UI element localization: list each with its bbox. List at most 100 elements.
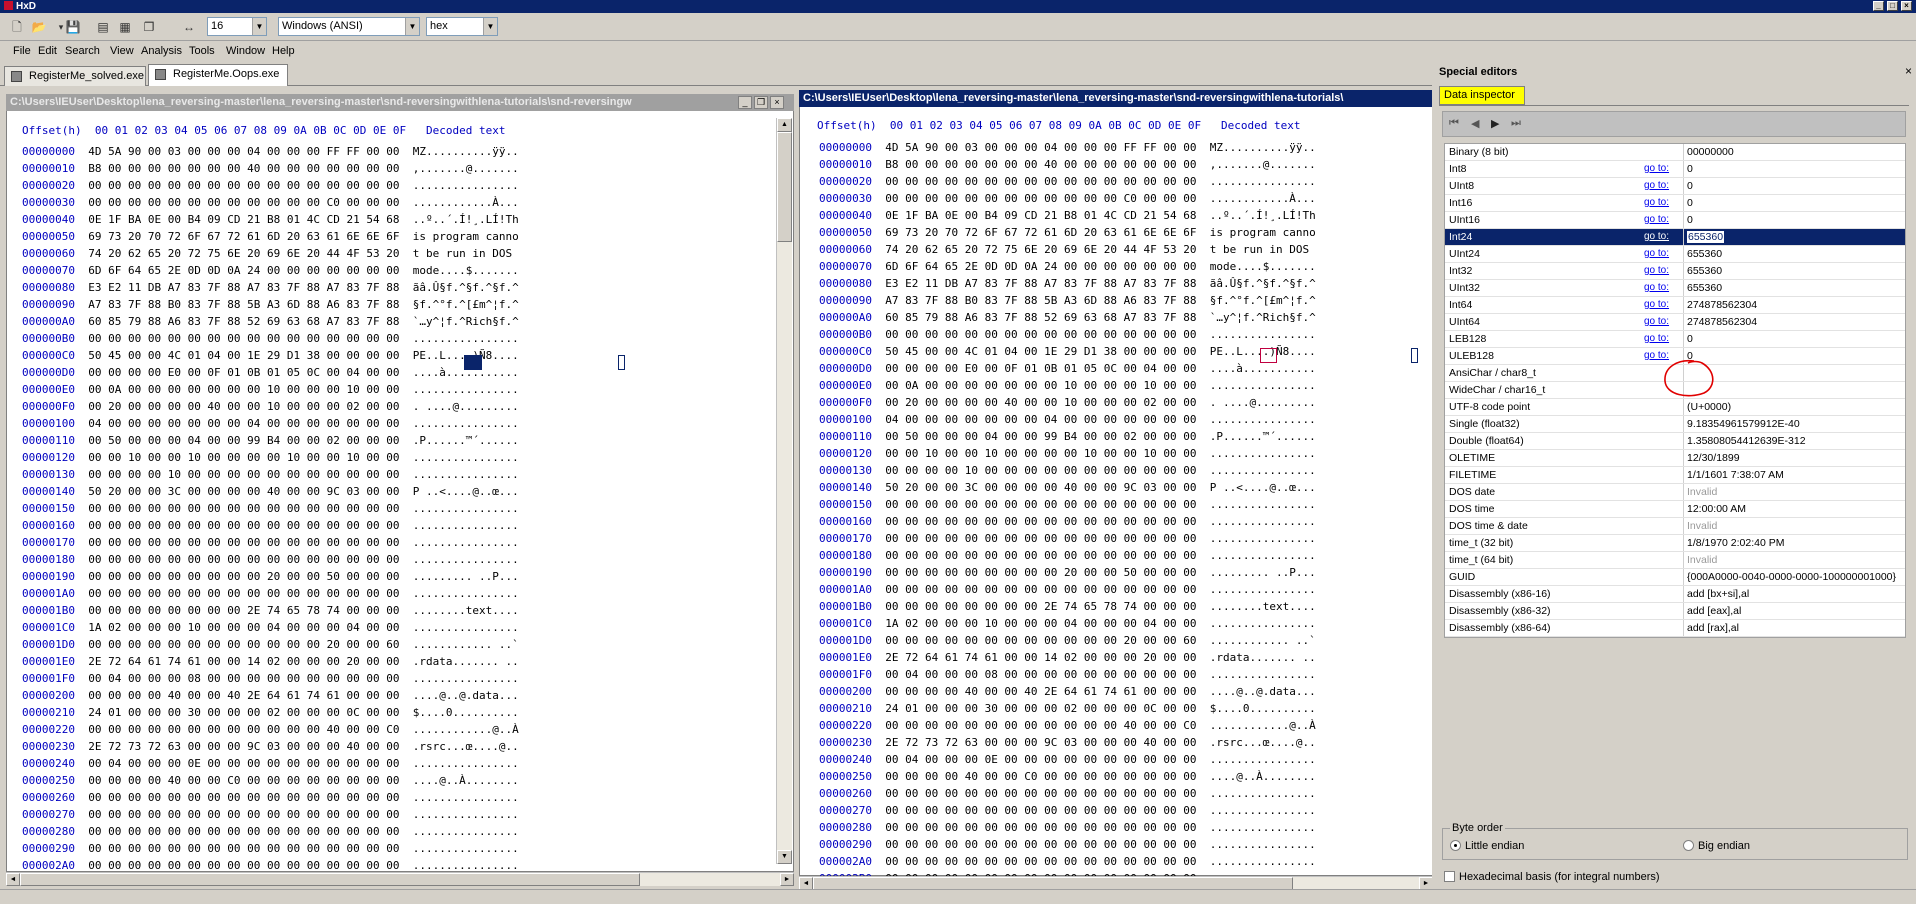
hex-row[interactable]: 00000030 00 00 00 00 00 00 00 00 00 00 0… (22, 194, 519, 211)
menu-analysis[interactable]: Analysis (141, 45, 182, 57)
row-decoded-text[interactable]: ................ (1210, 379, 1316, 392)
row-decoded-text[interactable]: ..º..´.Í!¸.LÍ!Th (413, 213, 519, 226)
hex-row[interactable]: 00000000 4D 5A 90 00 03 00 00 00 04 00 0… (819, 139, 1316, 156)
hex-row[interactable]: 00000100 04 00 00 00 00 00 00 00 04 00 0… (22, 415, 519, 432)
row-bytes[interactable]: 00 00 00 00 00 00 00 00 00 00 00 00 00 0… (872, 804, 1210, 817)
row-decoded-text[interactable]: ................ (413, 332, 519, 345)
previous-icon[interactable]: ◀ (1471, 117, 1479, 130)
inspector-row[interactable]: Single (float32) 9.18354961579912E-40 (1445, 416, 1905, 433)
hex-row[interactable]: 00000070 6D 6F 64 65 2E 0D 0D 0A 24 00 0… (22, 262, 519, 279)
row-bytes[interactable]: 50 20 00 00 3C 00 00 00 00 40 00 00 9C 0… (75, 485, 413, 498)
hex-row[interactable]: 000000A0 60 85 79 88 A6 83 7F 88 52 69 6… (22, 313, 519, 330)
inspector-row[interactable]: UInt24 go to: 655360 (1445, 246, 1905, 263)
row-bytes[interactable]: 00 00 00 00 00 00 00 00 00 00 00 00 20 0… (872, 634, 1210, 647)
hex-row[interactable]: 00000010 B8 00 00 00 00 00 00 00 40 00 0… (819, 156, 1316, 173)
row-decoded-text[interactable]: ................ (413, 519, 519, 532)
hex-row[interactable]: 00000150 00 00 00 00 00 00 00 00 00 00 0… (819, 496, 1316, 513)
row-decoded-text[interactable]: t be run in DOS (1210, 243, 1316, 256)
row-bytes[interactable]: 00 00 00 00 00 00 00 00 00 00 00 00 00 0… (872, 328, 1210, 341)
menu-search[interactable]: Search (65, 45, 100, 57)
row-bytes[interactable]: 00 00 00 00 00 00 00 00 2E 74 65 78 74 0… (872, 600, 1210, 613)
inspector-row[interactable]: DOS date Invalid (1445, 484, 1905, 501)
hex-row[interactable]: 00000120 00 00 10 00 00 10 00 00 00 00 1… (22, 449, 519, 466)
hex-row[interactable]: 00000010 B8 00 00 00 00 00 00 00 40 00 0… (22, 160, 519, 177)
row-bytes[interactable]: 1A 02 00 00 00 10 00 00 00 04 00 00 00 0… (75, 621, 413, 634)
row-decoded-text[interactable]: P ..<....@..œ... (413, 485, 519, 498)
row-decoded-text[interactable]: ................ (1210, 838, 1316, 851)
inspector-row[interactable]: UInt64 go to: 274878562304 (1445, 314, 1905, 331)
first-icon[interactable]: ⏮ (1449, 117, 1459, 130)
hex-row[interactable]: 000000C0 50 45 00 00 4C 01 04 00 1E 29 D… (819, 343, 1316, 360)
row-decoded-text[interactable]: ................ (413, 417, 519, 430)
row-bytes[interactable]: 00 00 00 00 00 00 00 00 00 00 00 00 00 0… (872, 583, 1210, 596)
hex-row[interactable]: 00000180 00 00 00 00 00 00 00 00 00 00 0… (819, 547, 1316, 564)
row-bytes[interactable]: 00 00 00 00 00 00 00 00 00 00 00 00 00 0… (75, 553, 413, 566)
hex-row[interactable]: 00000040 0E 1F BA 0E 00 B4 09 CD 21 B8 0… (819, 207, 1316, 224)
hex-row[interactable]: 000000B0 00 00 00 00 00 00 00 00 00 00 0… (22, 330, 519, 347)
row-decoded-text[interactable]: `…y^¦f.^Rich§f.^ (413, 315, 519, 328)
row-decoded-text[interactable]: ................ (413, 842, 519, 855)
row-decoded-text[interactable]: .rsrc...œ....@.. (413, 740, 519, 753)
row-decoded-text[interactable]: .rsrc...œ....@.. (1210, 736, 1316, 749)
inspector-value[interactable]: {000A0000-0040-0000-0000-100000001000} (1683, 569, 1907, 585)
row-bytes[interactable]: 2E 72 64 61 74 61 00 00 14 02 00 00 00 2… (75, 655, 413, 668)
row-bytes[interactable]: 50 45 00 00 4C 01 04 00 1E 29 D1 38 00 0… (872, 345, 1210, 358)
hex-row[interactable]: 000000F0 00 20 00 00 00 00 40 00 00 10 0… (819, 394, 1316, 411)
row-bytes[interactable]: 00 00 00 00 10 00 00 00 00 00 00 00 00 0… (872, 464, 1210, 477)
hex-row[interactable]: 000001A0 00 00 00 00 00 00 00 00 00 00 0… (819, 581, 1316, 598)
row-decoded-text[interactable]: MZ..........ÿÿ.. (1210, 141, 1316, 154)
inspector-row[interactable]: Int64 go to: 274878562304 (1445, 297, 1905, 314)
row-decoded-text[interactable]: ................ (413, 791, 519, 804)
hex-row[interactable]: 00000140 50 20 00 00 3C 00 00 00 00 40 0… (819, 479, 1316, 496)
row-decoded-text[interactable]: ................ (1210, 821, 1316, 834)
inspector-row[interactable]: time_t (64 bit) Invalid (1445, 552, 1905, 569)
hex-row[interactable]: 00000250 00 00 00 00 40 00 00 C0 00 00 0… (22, 772, 519, 789)
hex-row[interactable]: 00000230 2E 72 73 72 63 00 00 00 9C 03 0… (819, 734, 1316, 751)
hex-row[interactable]: 000001E0 2E 72 64 61 74 61 00 00 14 02 0… (22, 653, 519, 670)
row-bytes[interactable]: 00 00 00 00 00 00 00 00 00 00 00 00 20 0… (75, 638, 413, 651)
hex-row[interactable]: 00000020 00 00 00 00 00 00 00 00 00 00 0… (22, 177, 519, 194)
inspector-value[interactable]: 9.18354961579912E-40 (1683, 416, 1907, 432)
row-bytes[interactable]: 00 00 00 00 00 00 00 00 00 00 00 00 00 0… (75, 179, 413, 192)
row-decoded-text[interactable]: ................ (413, 536, 519, 549)
row-decoded-text[interactable]: ................ (413, 621, 519, 634)
row-bytes[interactable]: 00 00 00 00 00 00 00 00 00 20 00 00 50 0… (872, 566, 1210, 579)
inspector-value[interactable]: add [rax],al (1683, 620, 1907, 636)
left-vertical-scrollbar[interactable]: ▲ ▼ (776, 118, 792, 864)
row-decoded-text[interactable]: . ....@......... (1210, 396, 1316, 409)
hex-row[interactable]: 00000100 04 00 00 00 00 00 00 00 04 00 0… (819, 411, 1316, 428)
row-bytes[interactable]: 00 00 00 00 40 00 00 C0 00 00 00 00 00 0… (872, 770, 1210, 783)
row-decoded-text[interactable]: ................ (413, 468, 519, 481)
hex-row[interactable]: 00000190 00 00 00 00 00 00 00 00 00 20 0… (819, 564, 1316, 581)
row-bytes[interactable]: 0E 1F BA 0E 00 B4 09 CD 21 B8 01 4C CD 2… (872, 209, 1210, 222)
row-bytes[interactable]: 00 00 00 00 00 00 00 00 00 00 00 00 00 0… (872, 821, 1210, 834)
hex-row[interactable]: 00000140 50 20 00 00 3C 00 00 00 00 40 0… (22, 483, 519, 500)
row-decoded-text[interactable]: ................ (413, 383, 519, 396)
row-decoded-text[interactable]: MZ..........ÿÿ.. (413, 145, 519, 158)
row-decoded-text[interactable]: ................ (1210, 532, 1316, 545)
row-decoded-text[interactable]: ................ (413, 502, 519, 515)
hex-row[interactable]: 00000070 6D 6F 64 65 2E 0D 0D 0A 24 00 0… (819, 258, 1316, 275)
row-bytes[interactable]: 00 00 00 00 00 00 00 00 00 00 00 00 00 0… (75, 808, 413, 821)
row-decoded-text[interactable]: ................ (413, 179, 519, 192)
goto-link[interactable]: go to: (1644, 314, 1669, 330)
row-decoded-text[interactable]: ................ (1210, 447, 1316, 460)
row-decoded-text[interactable]: ................ (413, 859, 519, 872)
row-bytes[interactable]: 00 00 00 00 40 00 00 40 2E 64 61 74 61 0… (75, 689, 413, 702)
scroll-up-icon[interactable]: ▲ (777, 118, 792, 132)
hex-row[interactable]: 000001E0 2E 72 64 61 74 61 00 00 14 02 0… (819, 649, 1316, 666)
right-horizontal-scrollbar[interactable]: ◄ ► (799, 876, 1433, 890)
hex-row[interactable]: 00000240 00 04 00 00 00 0E 00 00 00 00 0… (22, 755, 519, 772)
hex-row[interactable]: 000000D0 00 00 00 00 E0 00 0F 01 0B 01 0… (819, 360, 1316, 377)
inspector-row[interactable]: Disassembly (x86-64) add [rax],al (1445, 620, 1905, 637)
row-bytes[interactable]: 00 00 00 00 00 00 00 00 00 00 00 00 C0 0… (75, 196, 413, 209)
goto-link[interactable]: go to: (1644, 195, 1669, 211)
big-endian-radio[interactable]: Big endian (1683, 840, 1750, 852)
row-decoded-text[interactable]: ................ (413, 587, 519, 600)
row-bytes[interactable]: A7 83 7F 88 B0 83 7F 88 5B A3 6D 88 A6 8… (872, 294, 1210, 307)
row-bytes[interactable]: 60 85 79 88 A6 83 7F 88 52 69 63 68 A7 8… (872, 311, 1210, 324)
hex-row[interactable]: 000001F0 00 04 00 00 00 08 00 00 00 00 0… (22, 670, 519, 687)
row-decoded-text[interactable]: ......... ..P... (1210, 566, 1316, 579)
row-decoded-text[interactable]: ................ (1210, 328, 1316, 341)
offset-base-select[interactable]: hex ▼ (426, 17, 498, 36)
